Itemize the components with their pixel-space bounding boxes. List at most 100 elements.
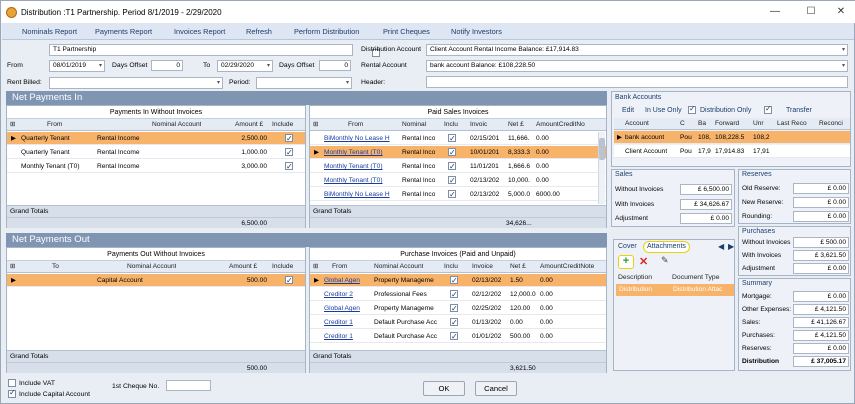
col-include[interactable]: Include: [272, 261, 293, 273]
from-date-field[interactable]: 08/01/2019 ▾: [49, 60, 105, 72]
payments-report-button[interactable]: Payments Report: [95, 27, 152, 36]
table-row[interactable]: ▶ Quarterly Tenant Rental Income 2,500.0…: [7, 132, 305, 145]
col-balance[interactable]: Ba: [698, 118, 706, 130]
col-forward[interactable]: Forward: [715, 118, 739, 130]
table-row[interactable]: Quarterly Tenant Rental Income 1,000.00: [7, 146, 305, 159]
col-document-type[interactable]: Document Type: [672, 274, 719, 281]
refresh-button[interactable]: Refresh: [246, 27, 272, 36]
summary-purchases-value[interactable]: £ 4,121.50: [793, 330, 849, 341]
table-row[interactable]: BiMonthly No Lease HRental Inco02/15/201…: [310, 132, 606, 145]
col-account[interactable]: Account: [625, 118, 649, 130]
sales-adjustment-value[interactable]: £ 0.00: [680, 213, 732, 224]
col-net[interactable]: Net £: [508, 119, 524, 131]
col-from[interactable]: From: [332, 261, 347, 273]
table-row[interactable]: Creditor 1Default Purchase Acc01/01/2025…: [310, 330, 606, 343]
table-row[interactable]: Monthly Tenant (T0)Rental Inco02/13/2021…: [310, 174, 606, 187]
attachment-row[interactable]: Distribution Distribution Attac: [616, 284, 734, 296]
header-field[interactable]: [426, 76, 848, 88]
col-unreconciled[interactable]: Unr: [753, 118, 764, 130]
sales-without-invoices-value[interactable]: £ 6,500.00: [680, 184, 732, 195]
include-checkbox[interactable]: [450, 302, 458, 315]
nominals-report-button[interactable]: Nominals Report: [22, 27, 77, 36]
include-checkbox[interactable]: [450, 330, 458, 343]
transfer-button[interactable]: Transfer: [786, 107, 812, 114]
include-checkbox[interactable]: [448, 188, 456, 201]
new-reserve-value[interactable]: £ 0.00: [793, 197, 849, 208]
maximize-icon[interactable]: ☐: [797, 4, 825, 20]
in-use-only-checkbox[interactable]: [688, 104, 696, 114]
col-include[interactable]: Inclu: [444, 261, 458, 273]
col-to[interactable]: To: [52, 261, 59, 273]
summary-sales-value[interactable]: £ 41,126.67: [793, 317, 849, 328]
col-invoice[interactable]: Invoic: [470, 119, 487, 131]
col-reconcile[interactable]: Reconci: [819, 118, 843, 130]
period-select[interactable]: ▾: [256, 77, 352, 89]
col-nominal-account[interactable]: Nominal Account: [374, 261, 423, 273]
grid-settings-icon[interactable]: ⊞: [10, 261, 16, 273]
include-checkbox[interactable]: [448, 174, 456, 187]
include-checkbox[interactable]: [285, 146, 293, 159]
table-row[interactable]: Creditor 2Professional Fees02/12/20212,0…: [310, 288, 606, 301]
table-row[interactable]: ▶ Capital Account 500.00: [7, 274, 305, 287]
grid-settings-icon[interactable]: ⊞: [313, 261, 319, 273]
partnership-field[interactable]: T1 Partnership: [49, 44, 353, 56]
ok-button[interactable]: OK: [423, 381, 465, 396]
grid-settings-icon[interactable]: ⊞: [313, 119, 319, 131]
to-date-field[interactable]: 02/29/2020 ▾: [217, 60, 273, 72]
purchases-adjustment-value[interactable]: £ 0.00: [793, 263, 849, 274]
mortgage-value[interactable]: £ 0.00: [793, 291, 849, 302]
include-checkbox[interactable]: [448, 132, 456, 145]
col-nominal-account[interactable]: Nominal Account: [127, 261, 176, 273]
col-include[interactable]: Inclu: [444, 119, 458, 131]
first-cheque-stepper[interactable]: [166, 380, 211, 391]
col-currency[interactable]: C: [680, 118, 685, 130]
col-net[interactable]: Net £: [510, 261, 526, 273]
old-reserve-value[interactable]: £ 0.00: [793, 183, 849, 194]
include-checkbox[interactable]: [285, 274, 293, 287]
other-expenses-value[interactable]: £ 4,121.50: [793, 304, 849, 315]
col-nominal[interactable]: Nominal: [402, 119, 426, 131]
col-from[interactable]: From: [348, 119, 363, 131]
include-checkbox[interactable]: [448, 160, 456, 173]
table-row[interactable]: Creditor 1Default Purchase Acc01/13/2020…: [310, 316, 606, 329]
tab-next-icon[interactable]: ▶: [728, 242, 734, 251]
tab-attachments[interactable]: Attachments: [643, 241, 690, 253]
days-offset-2-stepper[interactable]: 0: [319, 60, 351, 71]
include-checkbox[interactable]: [450, 274, 458, 287]
include-checkbox[interactable]: [450, 288, 458, 301]
sales-with-invoices-value[interactable]: £ 34,626.67: [680, 199, 732, 210]
tab-prev-icon[interactable]: ◀: [718, 242, 724, 251]
col-include[interactable]: Include: [272, 119, 293, 131]
close-icon[interactable]: ✕: [827, 4, 855, 20]
rent-billed-select[interactable]: ▾: [49, 77, 223, 89]
table-row[interactable]: Monthly Tenant (T0) Rental Income 3,000.…: [7, 160, 305, 173]
col-nominal-account[interactable]: Nominal Account: [152, 119, 201, 131]
invoices-report-button[interactable]: Invoices Report: [174, 27, 225, 36]
add-attachment-icon[interactable]: +: [618, 255, 634, 269]
tab-cover[interactable]: Cover: [618, 243, 637, 250]
minimize-icon[interactable]: —: [761, 4, 789, 20]
table-row[interactable]: ▶Monthly Tenant (T0)Rental Inco10/01/201…: [310, 146, 606, 159]
include-checkbox[interactable]: [450, 316, 458, 329]
rounding-value[interactable]: £ 0.00: [793, 211, 849, 222]
col-amount[interactable]: Amount £: [229, 261, 257, 273]
table-row[interactable]: Client Account Pou 17,9 17,914.83 17,91: [614, 145, 850, 158]
table-row[interactable]: ▶Global AgenProperty Manageme02/13/2021.…: [310, 274, 606, 287]
col-from[interactable]: From: [47, 119, 62, 131]
include-checkbox[interactable]: [285, 132, 293, 145]
edit-attachment-icon[interactable]: ✎: [661, 255, 669, 266]
col-invoice[interactable]: Invoice: [472, 261, 493, 273]
table-row[interactable]: Global AgenProperty Manageme02/25/202120…: [310, 302, 606, 315]
purchases-without-invoices-value[interactable]: £ 500.00: [793, 237, 849, 248]
include-capital-account-checkbox[interactable]: [8, 388, 16, 398]
table-row[interactable]: Monthly Tenant (T0)Rental Inco11/01/2011…: [310, 160, 606, 173]
cancel-button[interactable]: Cancel: [475, 381, 517, 396]
include-vat-checkbox[interactable]: [8, 379, 16, 387]
distribution-account-select[interactable]: Client Account Rental Income Balance: £1…: [426, 44, 848, 56]
table-row[interactable]: ▶ bank account Pou 108, 108,228.5 108,2: [614, 131, 850, 144]
edit-button[interactable]: Edit: [622, 107, 634, 114]
table-row[interactable]: BiMonthly No Lease HRental Inco02/13/202…: [310, 188, 606, 201]
delete-attachment-icon[interactable]: ✕: [639, 255, 648, 268]
days-offset-stepper[interactable]: 0: [151, 60, 183, 71]
scrollbar[interactable]: [598, 132, 605, 204]
